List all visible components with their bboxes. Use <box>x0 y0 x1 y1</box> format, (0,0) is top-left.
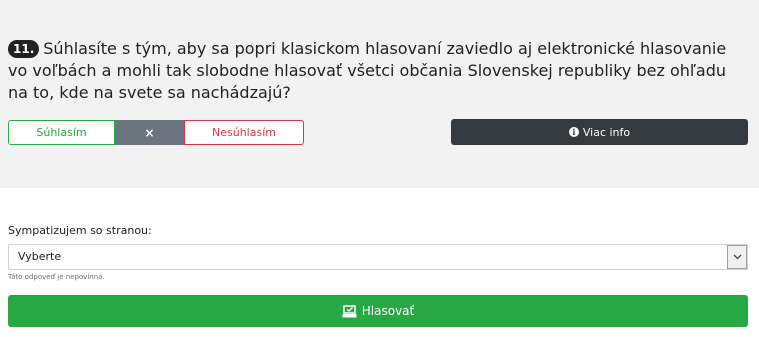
vote-button[interactable]: Hlasovať <box>8 295 748 327</box>
answer-button-group: Súhlasím × Nesúhlasím <box>8 120 304 145</box>
vote-button-label: Hlasovať <box>361 304 415 318</box>
party-select[interactable]: Vyberte <box>8 244 748 270</box>
chevron-down-icon[interactable] <box>727 245 747 269</box>
question-panel: 11. Súhlasíte s tým, aby sa popri klasick… <box>0 0 759 188</box>
optional-note: Táto odpoveď je nepovinná. <box>8 273 105 281</box>
party-select-label: Sympatizujem so stranou: <box>8 224 152 237</box>
agree-button[interactable]: Súhlasím <box>8 120 115 145</box>
neutral-button[interactable]: × <box>115 120 184 145</box>
party-select-value: Vyberte <box>18 250 62 263</box>
vote-box-icon <box>342 304 357 318</box>
info-circle-icon: i <box>568 127 579 137</box>
more-info-button[interactable]: i Viac info <box>451 119 748 145</box>
question-number-badge: 11. <box>8 40 40 58</box>
question-text-block: 11. Súhlasíte s tým, aby sa popri klasick… <box>8 38 748 104</box>
disagree-button[interactable]: Nesúhlasím <box>184 120 304 145</box>
question-text: Súhlasíte s tým, aby sa popri klasickom … <box>8 39 727 102</box>
more-info-label: Viac info <box>582 125 631 139</box>
